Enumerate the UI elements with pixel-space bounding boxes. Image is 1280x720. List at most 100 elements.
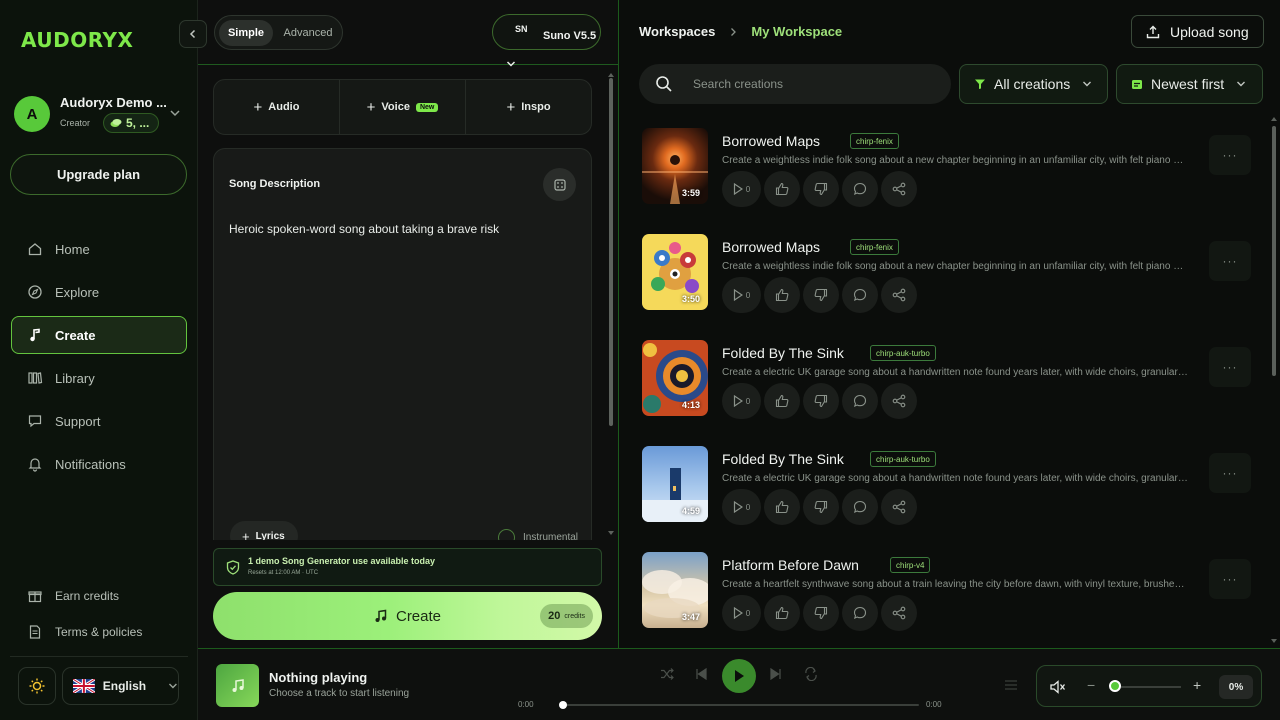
play-button[interactable]: 0 — [722, 489, 761, 525]
song-cover[interactable]: 3:59 — [642, 128, 708, 204]
app-logo[interactable]: AUDORYX — [21, 28, 133, 52]
sidebar-item-home[interactable]: Home — [11, 230, 187, 268]
language-select[interactable]: English — [62, 667, 179, 705]
volume-up-button[interactable]: + — [1193, 677, 1201, 693]
comment-button[interactable] — [842, 595, 878, 631]
earn-credits-link[interactable]: Earn credits — [27, 588, 119, 604]
comment-button[interactable] — [842, 171, 878, 207]
more-options-button[interactable]: ··· — [1209, 241, 1251, 281]
sort-dropdown[interactable]: Newest first — [1116, 64, 1263, 104]
terms-link[interactable]: Terms & policies — [27, 624, 142, 640]
progress-bar[interactable] — [559, 701, 919, 709]
like-button[interactable] — [764, 489, 800, 525]
song-cover[interactable]: 3:50 — [642, 234, 708, 310]
dislike-button[interactable] — [803, 595, 839, 631]
volume-knob[interactable] — [1109, 680, 1121, 692]
more-options-button[interactable]: ··· — [1209, 559, 1251, 599]
song-title[interactable]: Folded By The Sink — [722, 345, 844, 361]
scroll-down-arrow[interactable] — [1271, 638, 1277, 644]
volume-slider[interactable] — [1113, 686, 1181, 688]
progress-knob[interactable] — [559, 701, 567, 709]
song-description-input[interactable]: Heroic spoken-word song about taking a b… — [229, 222, 499, 236]
previous-icon[interactable] — [695, 668, 707, 680]
main-play-button[interactable] — [722, 659, 756, 693]
randomize-button[interactable] — [543, 168, 576, 201]
theme-toggle-button[interactable] — [18, 667, 56, 705]
mode-advanced-tab[interactable]: Advanced — [275, 20, 341, 46]
mute-icon[interactable] — [1049, 678, 1067, 696]
play-button[interactable]: 0 — [722, 171, 761, 207]
tab-audio[interactable]: + Audio — [214, 80, 340, 134]
play-button[interactable]: 0 — [722, 595, 761, 631]
repeat-icon[interactable] — [804, 667, 818, 681]
play-button[interactable]: 0 — [722, 277, 761, 313]
song-row[interactable]: 4:59 Folded By The Sink chirp-auk-turbo … — [642, 446, 1262, 525]
song-cover[interactable]: 4:59 — [642, 446, 708, 522]
song-cover[interactable]: 4:13 — [642, 340, 708, 416]
scrollbar[interactable] — [1272, 126, 1276, 376]
queue-icon[interactable] — [1004, 679, 1018, 691]
more-options-button[interactable]: ··· — [1209, 347, 1251, 387]
breadcrumb-workspaces[interactable]: Workspaces — [639, 24, 715, 39]
song-row[interactable]: 4:13 Folded By The Sink chirp-auk-turbo … — [642, 340, 1262, 419]
search-input[interactable]: Search creations — [639, 64, 951, 104]
share-button[interactable] — [881, 383, 917, 419]
play-button[interactable]: 0 — [722, 383, 761, 419]
sidebar-item-library[interactable]: Library — [11, 359, 187, 397]
like-button[interactable] — [764, 595, 800, 631]
song-title[interactable]: Borrowed Maps — [722, 133, 820, 149]
share-button[interactable] — [881, 595, 917, 631]
song-title[interactable]: Platform Before Dawn — [722, 557, 859, 573]
dislike-button[interactable] — [803, 383, 839, 419]
more-options-button[interactable]: ··· — [1209, 135, 1251, 175]
song-title[interactable]: Folded By The Sink — [722, 451, 844, 467]
shuffle-icon[interactable] — [660, 667, 674, 681]
share-button[interactable] — [881, 171, 917, 207]
chevron-down-icon[interactable] — [505, 58, 517, 70]
chevron-down-icon[interactable] — [169, 108, 181, 118]
song-title[interactable]: Borrowed Maps — [722, 239, 820, 255]
user-menu[interactable]: A Audoryx Demo ... Creator 5, ... — [14, 94, 186, 134]
collapse-sidebar-button[interactable] — [179, 20, 207, 48]
song-row[interactable]: 3:59 Borrowed Maps chirp-fenix Create a … — [642, 128, 1262, 207]
like-button[interactable] — [764, 171, 800, 207]
sidebar-item-create[interactable]: Create — [11, 316, 187, 354]
scroll-down-arrow[interactable] — [608, 530, 614, 536]
filter-dropdown[interactable]: All creations — [959, 64, 1108, 104]
sidebar: AUDORYX A Audoryx Demo ... Creator 5, ..… — [0, 0, 198, 720]
upgrade-plan-button[interactable]: Upgrade plan — [10, 154, 187, 195]
comment-button[interactable] — [842, 277, 878, 313]
comment-button[interactable] — [842, 489, 878, 525]
model-select-button[interactable]: SN Suno V5.5 — [492, 14, 601, 50]
instrumental-toggle[interactable]: Instrumental — [498, 529, 578, 540]
sidebar-item-explore[interactable]: Explore — [11, 273, 187, 311]
more-options-button[interactable]: ··· — [1209, 453, 1251, 493]
dislike-button[interactable] — [803, 171, 839, 207]
song-cover[interactable]: 3:47 — [642, 552, 708, 628]
song-row[interactable]: 3:47 Platform Before Dawn chirp-v4 Creat… — [642, 552, 1262, 631]
tab-voice[interactable]: + Voice New — [340, 80, 466, 134]
mode-simple-tab[interactable]: Simple — [219, 20, 273, 46]
lyrics-button[interactable]: + Lyrics — [230, 521, 298, 540]
like-button[interactable] — [764, 277, 800, 313]
like-button[interactable] — [764, 383, 800, 419]
dislike-button[interactable] — [803, 489, 839, 525]
volume-down-button[interactable]: − — [1087, 677, 1095, 693]
upload-song-button[interactable]: Upload song — [1131, 15, 1264, 48]
dislike-button[interactable] — [803, 277, 839, 313]
create-button[interactable]: Create 20 credits — [213, 592, 602, 640]
scroll-up-arrow[interactable] — [1271, 116, 1277, 122]
next-icon[interactable] — [770, 668, 782, 680]
sidebar-item-notifications[interactable]: Notifications — [11, 445, 187, 483]
tab-inspo[interactable]: + Inspo — [466, 80, 591, 134]
scrollbar[interactable] — [609, 78, 613, 426]
comment-button[interactable] — [842, 383, 878, 419]
share-button[interactable] — [881, 277, 917, 313]
song-actions: 0 — [722, 489, 917, 525]
upload-icon — [1146, 25, 1160, 38]
song-row[interactable]: 3:50 Borrowed Maps chirp-fenix Create a … — [642, 234, 1262, 313]
comment-icon — [853, 288, 867, 301]
share-button[interactable] — [881, 489, 917, 525]
sidebar-item-support[interactable]: Support — [11, 402, 187, 440]
breadcrumb-current[interactable]: My Workspace — [751, 24, 842, 39]
